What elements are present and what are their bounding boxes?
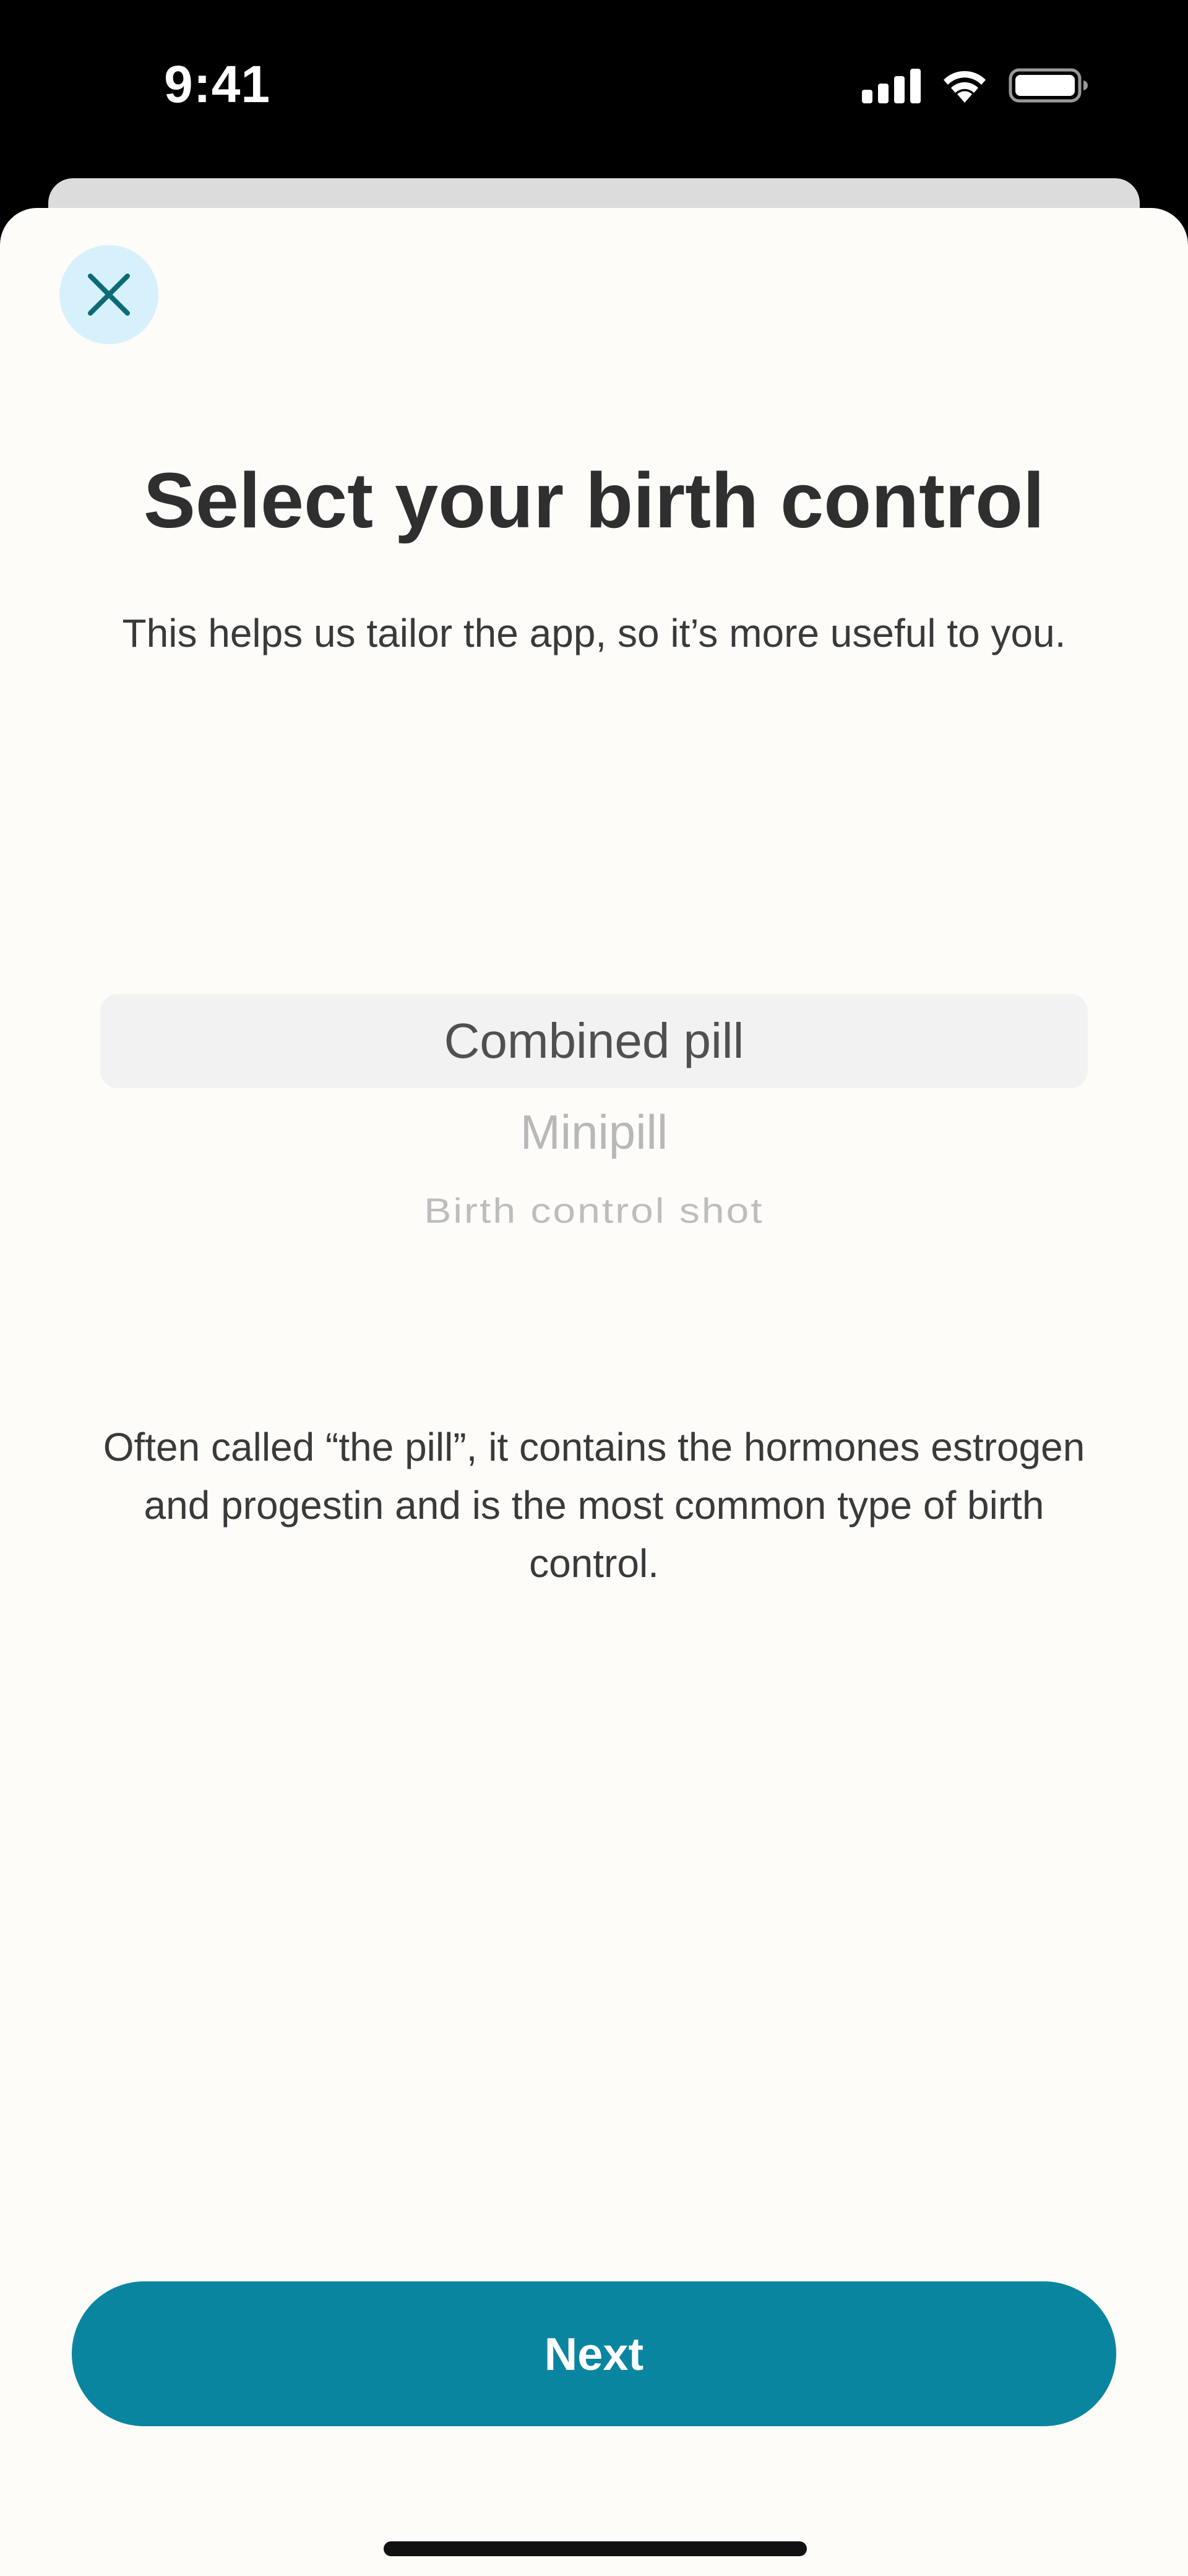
battery-icon xyxy=(1009,67,1089,104)
home-indicator xyxy=(384,2541,807,2556)
screen: 9:41 Select your birth control This help… xyxy=(0,0,1188,2576)
picker-option-birth-control-shot[interactable]: Birth control shot xyxy=(100,1191,1088,1231)
status-icons xyxy=(862,67,1089,104)
wifi-icon xyxy=(939,67,990,104)
cellular-signal-icon xyxy=(862,67,921,103)
picker-option-minipill[interactable]: Minipill xyxy=(100,1104,1088,1160)
next-button[interactable]: Next xyxy=(72,2281,1116,2426)
picker-option-combined-pill[interactable]: Combined pill xyxy=(100,1013,1088,1070)
close-button[interactable] xyxy=(59,245,158,344)
page-subtitle: This helps us tailor the app, so it’s mo… xyxy=(122,611,1066,655)
status-time: 9:41 xyxy=(164,55,271,113)
option-description: Often called “the pill”, it contains the… xyxy=(103,1425,1085,1586)
page-title: Select your birth control xyxy=(143,457,1045,544)
modal-sheet: Select your birth control This helps us … xyxy=(0,208,1188,2576)
status-bar: 9:41 xyxy=(0,0,1188,179)
close-icon xyxy=(88,274,130,316)
